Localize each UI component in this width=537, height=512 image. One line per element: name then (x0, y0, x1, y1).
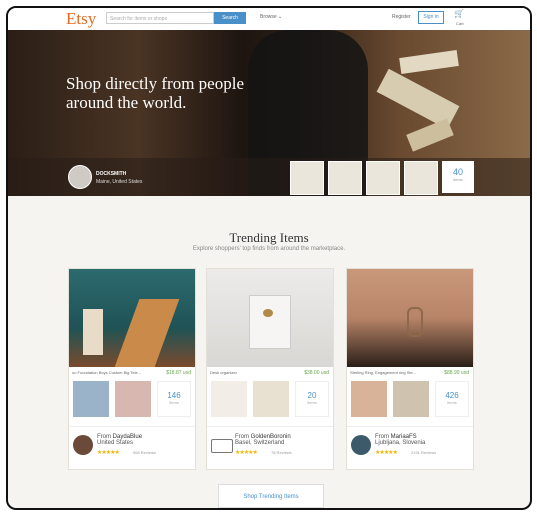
shop-location: United States (97, 440, 134, 446)
shop-item-count-number: 20 (307, 391, 317, 400)
shop-item-count[interactable]: 426 items (435, 381, 469, 417)
shop-item-count[interactable]: 20 items (295, 381, 329, 417)
etsy-logo[interactable]: Etsy (66, 9, 96, 29)
shop-avatar[interactable] (211, 439, 233, 453)
shop-item-count-label: items (447, 400, 457, 405)
hero-wood-block (406, 118, 454, 152)
shop-item-thumbnail[interactable] (393, 381, 429, 417)
ring-on-organizer-shape (263, 309, 273, 317)
featured-more-count: 40 (452, 167, 463, 177)
featured-shop-avatar[interactable] (68, 165, 92, 189)
featured-item-thumbnail[interactable] (290, 161, 324, 195)
card-divider (69, 426, 195, 427)
trending-item-price: $18.87 usd (166, 370, 191, 376)
shop-avatar[interactable] (73, 435, 93, 455)
rating-stars: ★★★★★ (235, 450, 258, 456)
shop-item-count-number: 146 (167, 391, 181, 400)
featured-more-items[interactable]: 40 items (442, 161, 474, 193)
shop-avatar[interactable] (351, 435, 371, 455)
staircase-shape (114, 299, 180, 367)
rating-stars: ★★★★★ (375, 450, 398, 456)
ring-shape (407, 307, 423, 337)
hero-wood-block (399, 50, 459, 74)
trending-title: Trending Items (229, 230, 309, 245)
trending-item-caption[interactable]: Desk organizer (210, 370, 296, 375)
card-divider (347, 426, 473, 427)
search-input[interactable]: Search for items or shops (106, 12, 214, 24)
shop-location: Basel, Switzerland (235, 440, 285, 446)
shop-location: Ljubljana, Slovenia (375, 440, 426, 446)
featured-shop-location: Maine, United States (96, 179, 143, 185)
featured-shop-name[interactable]: DOCKSMITH (96, 171, 126, 177)
hero-banner: Shop directly from people around the wor… (8, 30, 530, 196)
trending-subtitle: Explore shoppers' top finds from around … (192, 246, 346, 252)
shop-from[interactable]: From DaydaBlue United States (97, 434, 142, 446)
shop-item-thumbnail[interactable] (73, 381, 109, 417)
shop-item-thumbnail[interactable] (211, 381, 247, 417)
shop-trending-button[interactable]: Shop Trending Items (218, 484, 324, 508)
hero-title: Shop directly from people around the wor… (66, 74, 244, 112)
review-count: 2191 Reviews (411, 450, 437, 455)
featured-item-thumbnail[interactable] (366, 161, 400, 195)
shop-item-thumbnail[interactable] (115, 381, 151, 417)
trending-card[interactable]: Desk organizer $38.00 usd 20 items From … (206, 268, 334, 470)
cart-icon[interactable]: 🛒 (454, 9, 464, 18)
trending-item-image[interactable] (347, 269, 473, 367)
shop-item-count-number: 426 (445, 391, 459, 400)
browser-frame: Etsy Search for items or shops Search Br… (6, 6, 532, 510)
rating-stars: ★★★★★ (97, 450, 120, 456)
trending-card[interactable]: ou Foundation Boys Custom Big Tele... $1… (68, 268, 196, 470)
shop-item-thumbnail[interactable] (253, 381, 289, 417)
trending-item-price: $88.99 usd (444, 370, 469, 376)
doorway-shape (83, 309, 103, 355)
review-count: 566 Reviews (133, 450, 156, 455)
trending-item-caption[interactable]: ou Foundation Boys Custom Big Tele... (72, 370, 158, 375)
trending-item-image[interactable] (69, 269, 195, 367)
trending-item-caption[interactable]: Sterling Ring, Engagement ring Ste... (350, 370, 436, 375)
trending-item-image[interactable] (207, 269, 333, 367)
cart-label[interactable]: Cart (456, 21, 464, 26)
search-button[interactable]: Search (214, 12, 246, 24)
top-navigation: Etsy Search for items or shops Search Br… (8, 8, 530, 31)
featured-item-thumbnail[interactable] (328, 161, 362, 195)
card-divider (207, 426, 333, 427)
shop-item-count[interactable]: 146 items (157, 381, 191, 417)
browse-menu[interactable]: Browse ⌄ (260, 14, 282, 20)
trending-card[interactable]: Sterling Ring, Engagement ring Ste... $8… (346, 268, 474, 470)
shop-from[interactable]: From GoldenBoronin Basel, Switzerland (235, 434, 291, 446)
featured-more-label: items (453, 177, 463, 182)
desk-organizer-shape (249, 295, 291, 349)
register-link[interactable]: Register (392, 14, 411, 20)
shop-item-count-label: items (307, 400, 317, 405)
shop-item-thumbnail[interactable] (351, 381, 387, 417)
review-count: 78 Reviews (271, 450, 292, 455)
featured-item-thumbnail[interactable] (404, 161, 438, 195)
signin-button[interactable]: Sign in (418, 11, 444, 24)
shop-item-count-label: items (169, 400, 179, 405)
trending-item-price: $38.00 usd (304, 370, 329, 376)
shop-from[interactable]: From MariaaFS Ljubljana, Slovenia (375, 434, 425, 446)
